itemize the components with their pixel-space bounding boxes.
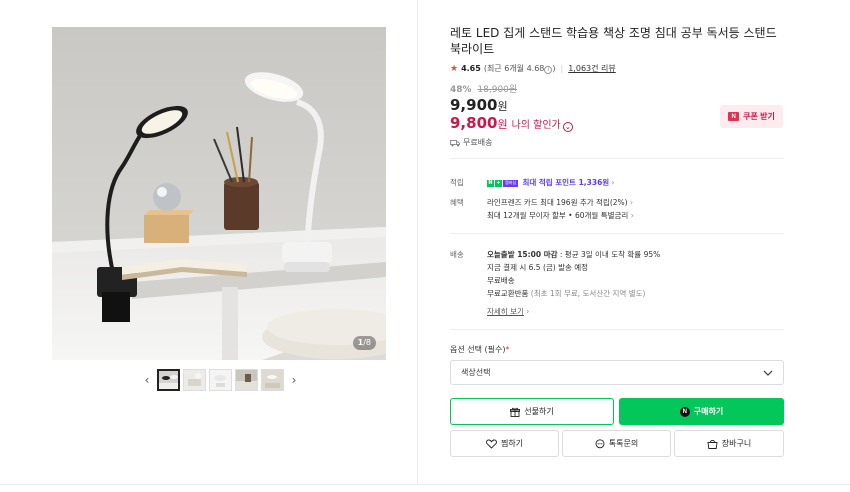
sale-price: 9,900원	[450, 96, 508, 114]
chevron-right-icon: ›	[526, 307, 530, 316]
option-label-text: 옵션 선택 (필수)	[450, 345, 506, 354]
delivery-return-note: (최초 1회 무료, 도서산간 지역 별도)	[528, 289, 646, 298]
chevron-right-icon: ›	[630, 211, 634, 220]
thumbnail-5-image	[262, 370, 283, 390]
npay-icon: N	[679, 406, 690, 417]
max-points-text: 최대 적립 포인트 1,336원	[522, 178, 610, 187]
star-icon: ★	[450, 63, 459, 74]
heart-icon	[486, 439, 497, 449]
chevron-right-icon: ›	[629, 198, 633, 207]
talk-button[interactable]: 톡톡문의	[562, 430, 671, 457]
benefit-line-1-text: 라인프렌즈 카드 최대 196원 추가 적립(2%)	[487, 198, 628, 207]
truck-icon	[450, 139, 460, 146]
delivery-label: 배송	[450, 250, 464, 259]
thumbnail-2[interactable]	[183, 369, 206, 391]
benefit-line-2[interactable]: 최대 12개월 무이자 할부 • 60개월 특별금리 ›	[487, 210, 634, 221]
section-divider-1	[450, 158, 784, 159]
gift-button-label: 선물하기	[524, 407, 554, 416]
option-label: 옵션 선택 (필수)*	[450, 344, 510, 355]
product-title: 레토 LED 집게 스탠드 학습용 책상 조명 침대 공부 독서등 스탠드 북라…	[450, 26, 777, 56]
panel-divider	[417, 0, 418, 484]
delivery-today: 오늘출발 15:00 마감 : 평균 3일 이내 도착 확률 95%	[487, 249, 660, 260]
my-price-unit: 원	[497, 118, 508, 131]
section-divider-3	[450, 329, 784, 330]
image-counter: 1/8	[352, 336, 376, 350]
delivery-return-main: 무료교환반품	[487, 289, 529, 298]
product-photo-illustration	[52, 27, 386, 360]
my-price[interactable]: 9,800 원 나의 할인가 ⌄	[450, 114, 573, 132]
delivery-return: 무료교환반품 (최초 1회 무료, 도서산간 지역 별도)	[487, 288, 645, 299]
points-row[interactable]: N + 멤버십 최대 적립 포인트 1,336원 ›	[487, 177, 615, 188]
original-price: 18,900원	[477, 85, 518, 95]
thumbnail-3[interactable]	[209, 369, 232, 391]
npay-plus-mark: +	[495, 179, 502, 187]
thumbnail-4[interactable]	[235, 369, 258, 391]
rating-recent: (최근 6개월 4.68 i)	[484, 63, 556, 74]
delivery-details[interactable]: 자세히 보기 ›	[487, 306, 529, 317]
chevron-left-icon[interactable]: ‹	[140, 369, 154, 391]
membership-mark: 멤버십	[503, 179, 519, 187]
thumbnail-1[interactable]	[157, 369, 180, 391]
sale-price-value: 9,900	[450, 96, 498, 114]
discount-percent: 48%	[450, 85, 472, 95]
required-mark: *	[505, 345, 510, 354]
thumbnail-4-image	[236, 370, 257, 390]
bottom-divider	[0, 484, 850, 485]
chat-bubble-icon	[595, 438, 605, 448]
coupon-icon: N	[728, 112, 740, 121]
details-link[interactable]: 자세히 보기	[487, 307, 524, 316]
gift-icon	[510, 407, 521, 417]
rating-recent-text: (최근 6개월 4.68	[483, 64, 545, 73]
talk-button-label: 톡톡문의	[608, 439, 639, 448]
color-select[interactable]: 색상선택	[450, 360, 784, 385]
chevron-down-icon	[763, 370, 773, 376]
color-select-value: 색상선택	[461, 368, 491, 377]
delivery-today-deadline: 오늘출발 15:00 마감	[487, 250, 558, 259]
delivery-free: 무료배송	[487, 276, 515, 285]
rating-separator: |	[560, 64, 564, 73]
rating-row: ★ 4.65 (최근 6개월 4.68 i) | 1,063건 리뷰	[450, 63, 616, 74]
delivery-pay-now: 지금 결제 시 6.5 (금) 발송 예정	[487, 263, 589, 272]
my-price-label: 나의 할인가	[511, 120, 561, 131]
my-price-value: 9,800	[450, 114, 498, 132]
npay-plus-badge: N + 멤버십	[487, 179, 519, 187]
coupon-button-label: 쿠폰 받기	[743, 112, 775, 121]
rating-recent-close: )	[552, 64, 556, 73]
discount-row: 48% 18,900원	[450, 82, 517, 95]
main-product-image[interactable]: 1/8	[52, 27, 386, 360]
chevron-down-circle-icon[interactable]: ⌄	[562, 122, 573, 132]
cart-bag-icon	[707, 439, 718, 449]
review-count-link[interactable]: 1,063건 리뷰	[568, 63, 616, 74]
npay-n-mark: N	[487, 179, 494, 187]
section-divider-2	[450, 233, 784, 234]
wish-button-label: 찜하기	[500, 439, 524, 448]
thumbnail-1-image	[159, 371, 178, 389]
thumbnail-2-image	[184, 370, 205, 390]
sale-price-unit: 원	[497, 100, 508, 113]
buy-button-label: 구매하기	[693, 407, 724, 416]
delivery-today-stats: : 평균 3일 이내 도착 확률 95%	[557, 250, 661, 259]
thumbnail-3-image	[210, 370, 231, 390]
rating-score: 4.65	[461, 64, 481, 73]
thumbnail-5[interactable]	[261, 369, 284, 391]
benefit-line-2-text: 최대 12개월 무이자 할부 • 60개월 특별금리	[487, 211, 629, 220]
free-shipping-text: 무료배송	[463, 138, 493, 147]
chevron-right-icon: ›	[611, 178, 615, 187]
points-label: 적립	[450, 178, 464, 187]
buy-button[interactable]: N 구매하기	[619, 398, 784, 425]
free-shipping-row: 무료배송	[450, 137, 492, 148]
image-counter-total: /8	[363, 338, 371, 347]
wish-button[interactable]: 찜하기	[450, 430, 559, 457]
coupon-button[interactable]: N 쿠폰 받기	[720, 105, 783, 128]
cart-button-label: 장바구니	[721, 439, 752, 448]
cart-button[interactable]: 장바구니	[674, 430, 784, 457]
benefit-line-1[interactable]: 라인프렌즈 카드 최대 196원 추가 적립(2%) ›	[487, 197, 633, 208]
gift-button[interactable]: 선물하기	[450, 398, 614, 425]
benefit-label: 혜택	[450, 198, 464, 207]
thumbnail-strip: ‹ ›	[140, 369, 301, 391]
chevron-right-icon[interactable]: ›	[287, 369, 301, 391]
